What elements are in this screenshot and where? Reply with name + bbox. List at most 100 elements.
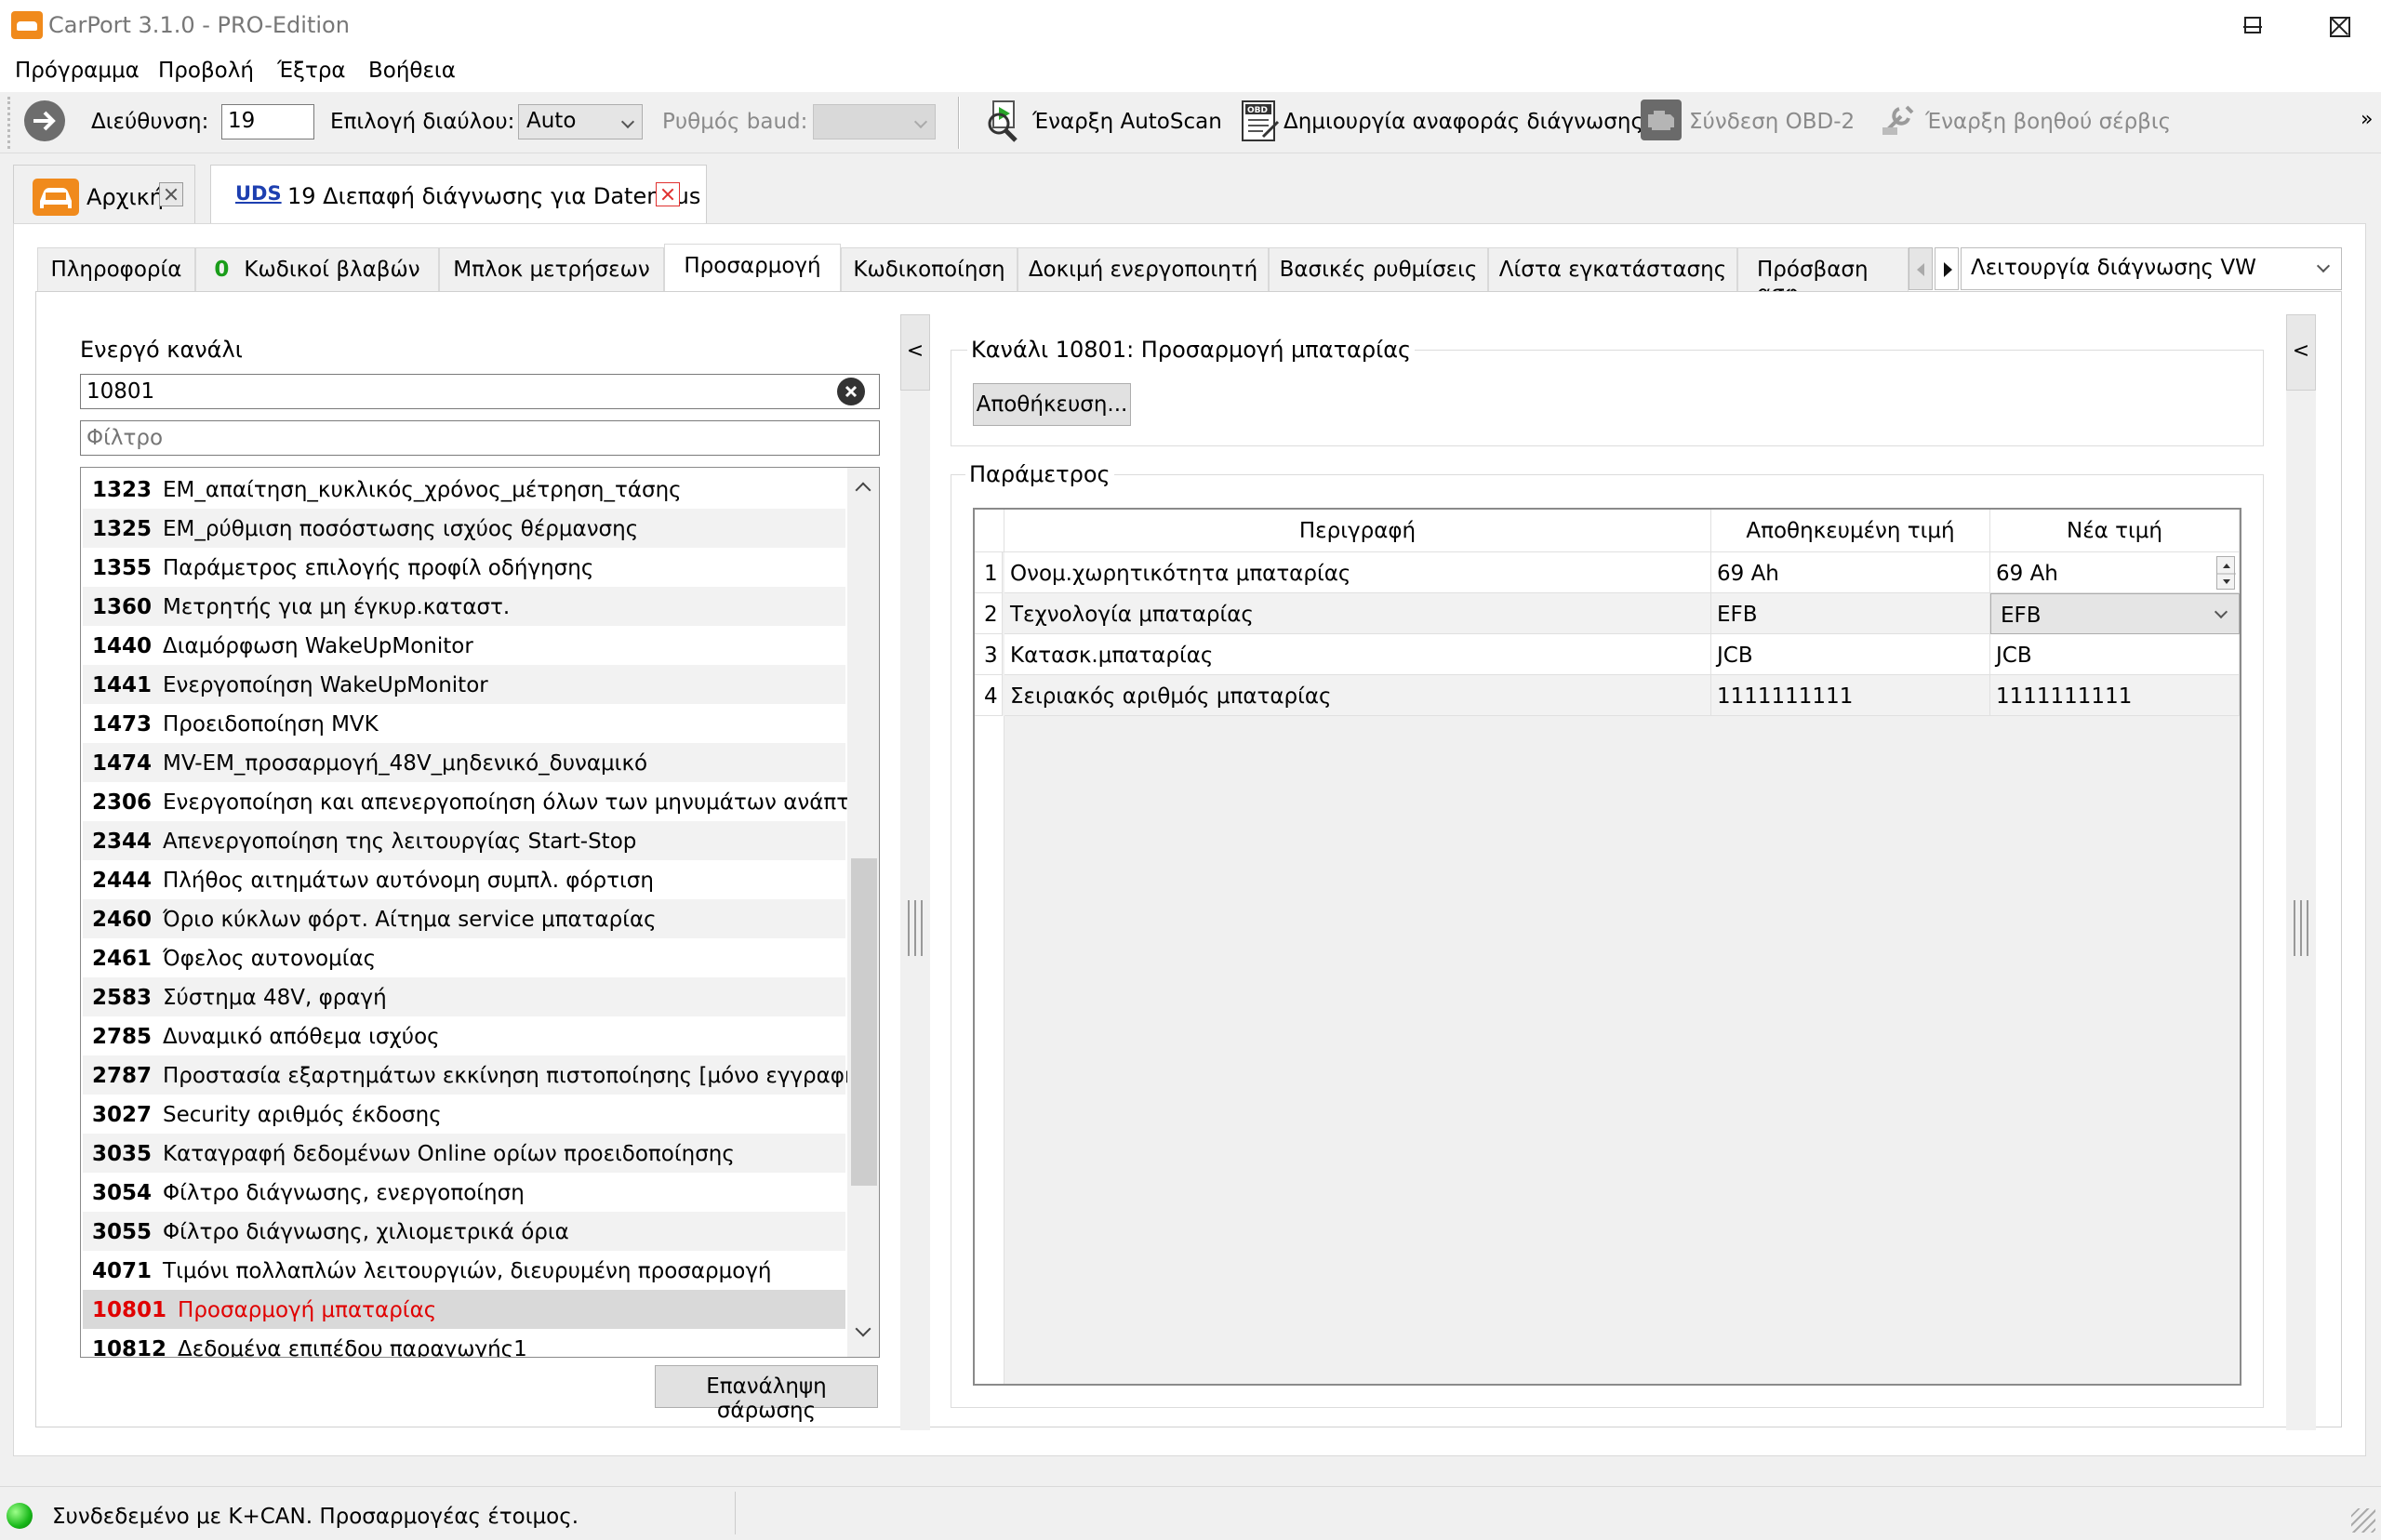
channel-list-item[interactable]: 2306 Ενεργοποίηση και απενεργοποίηση όλων… (83, 782, 879, 821)
channel-list-item[interactable]: 3035 Καταγραφή δεδομένων Online ορίων προ… (83, 1134, 845, 1173)
tab-scroll-right-button[interactable] (1935, 247, 1959, 290)
connect-obd-button[interactable]: Σύνδεση OBD-2 (1689, 110, 1855, 134)
channel-list-item[interactable]: 1325 EM_ρύθμιση ποσόστωσης ισχύος θέρμανσ… (83, 509, 845, 548)
channel-list[interactable]: 1323 EM_απαίτηση_κυκλικός_χρόνος_μέτρηση_… (80, 467, 880, 1358)
channel-number: 1355 (92, 556, 153, 580)
param-new-value-stepper[interactable]: 69 Ah (1990, 552, 2240, 593)
rescan-button[interactable]: Επανάληψη σάρωσης (655, 1365, 878, 1423)
fault-count: 0 (214, 258, 230, 282)
service-assistant-button[interactable]: Έναρξη βοηθού σέρβις (1925, 110, 2171, 134)
channel-list-item[interactable]: 1355 Παράμετρος επιλογής προφίλ οδήγησης (83, 548, 845, 587)
splitter-grip[interactable] (908, 900, 923, 956)
tab-security-access[interactable]: Πρόσβαση ασφ (1737, 247, 1909, 291)
autoscan-icon[interactable] (984, 100, 1025, 142)
channel-list-item[interactable]: 1360 Μετρητής για μη έγκυρ.καταστ. (83, 587, 845, 626)
title-bar (0, 0, 2381, 53)
close-tab-icon[interactable] (159, 182, 183, 206)
address-input[interactable]: 19 (221, 104, 314, 139)
param-stored-value: 1111111111 (1711, 675, 1990, 716)
filter-input[interactable] (80, 420, 880, 456)
toolbar-separator (958, 97, 960, 149)
doc-tab-home[interactable]: Αρχική (13, 165, 195, 223)
channel-name: Διαμόρφωση WakeUpMonitor (163, 634, 473, 658)
active-channel-input[interactable]: 10801 (80, 374, 880, 409)
obd-report-icon[interactable]: OBD (1241, 100, 1282, 141)
channel-list-item[interactable]: 2344 Απενεργοποίηση της λειτουργίας Start… (83, 821, 845, 860)
go-arrow-icon[interactable] (24, 100, 65, 141)
clear-icon[interactable] (837, 378, 865, 405)
param-new-value: EFB (2001, 604, 2042, 628)
tab-coding[interactable]: Κωδικοποίηση (841, 247, 1018, 291)
menu-help[interactable]: Βοήθεια (368, 59, 456, 83)
tab-basic-settings[interactable]: Βασικές ρυθμίσεις (1269, 247, 1488, 291)
toolbar-overflow-button[interactable]: » (2361, 108, 2373, 131)
status-separator (735, 1492, 736, 1534)
channel-name: Καταγραφή δεδομένων Online ορίων προειδο… (163, 1142, 735, 1166)
tab-fault-codes[interactable]: 0 Κωδικοί βλαβών (195, 247, 439, 291)
channel-select[interactable]: Auto (518, 104, 643, 139)
channel-list-item[interactable]: 10801 Προσαρμογή μπαταρίας (83, 1290, 845, 1329)
doc-tab-home-label: Αρχική (86, 184, 164, 210)
channel-list-item[interactable]: 3027 Security αριθμός έκδοσης (83, 1095, 845, 1134)
window-title: CarPort 3.1.0 - PRO-Edition (48, 12, 350, 38)
channel-number: 2306 (92, 790, 153, 815)
channel-list-item[interactable]: 1473 Προειδοποίηση MVK (83, 704, 845, 743)
channel-list-item[interactable]: 2787 Προστασία εξαρτημάτων εκκίνηση πιστο… (83, 1055, 867, 1095)
doc-tab-uds[interactable]: UDS 19 Διεπαφή διάγνωσης για Datenbus (210, 165, 707, 224)
channel-list-item[interactable]: 1441 Ενεργοποίηση WakeUpMonitor (83, 665, 845, 704)
row-number: 4 (975, 675, 1003, 716)
channel-list-item[interactable]: 2785 Δυναμικό απόθεμα ισχύος (83, 1016, 845, 1055)
create-report-button[interactable]: Δημιουργία αναφοράς διάγνωσης (1284, 110, 1643, 134)
channel-list-item[interactable]: 2444 Πλήθος αιτημάτων αυτόνομη συμπλ. φόρ… (83, 860, 845, 899)
param-new-value-select[interactable]: EFB (1990, 593, 2240, 634)
menu-extras[interactable]: Έξτρα (277, 59, 346, 83)
spin-buttons[interactable] (2216, 556, 2236, 590)
channel-list-item[interactable]: 3055 Φίλτρο διάγνωσης, χιλιομετρικά όρια (83, 1212, 845, 1251)
channel-name: Όριο κύκλων φόρτ. Αίτημα service μπαταρί… (163, 908, 657, 932)
col-new-header: Νέα τιμή (1990, 510, 2240, 552)
channel-list-item[interactable]: 1440 Διαμόρφωση WakeUpMonitor (83, 626, 845, 665)
channel-name: Δεδομένα επιπέδου παραγωγής1 (178, 1337, 527, 1358)
tab-installation-list[interactable]: Λίστα εγκατάστασης (1488, 247, 1737, 291)
close-tab-icon[interactable] (656, 182, 680, 206)
tab-actuator-test[interactable]: Δοκιμή ενεργοποιητή (1018, 247, 1269, 291)
channel-label: Επιλογή διαύλου: (330, 110, 515, 134)
channel-list-item[interactable]: 2583 Σύστημα 48V, φραγή (83, 977, 845, 1016)
close-button[interactable] (2295, 0, 2381, 53)
baud-label: Ρυθμός baud: (662, 110, 808, 134)
tab-adaptation[interactable]: Προσαρμογή (664, 244, 841, 292)
baud-select[interactable] (813, 104, 936, 139)
resize-grip[interactable] (2351, 1508, 2375, 1533)
tab-info[interactable]: Πληροφορία (37, 247, 195, 291)
channel-list-item[interactable]: 3054 Φίλτρο διάγνωσης, ενεργοποίηση (83, 1173, 845, 1212)
param-new-value[interactable]: JCB (1990, 634, 2240, 675)
channel-list-item[interactable]: 1323 EM_απαίτηση_κυκλικός_χρόνος_μέτρηση_… (83, 470, 845, 509)
diagnosis-mode-select[interactable]: Λειτουργία διάγνωσης VW (1961, 247, 2342, 290)
tab-measuring-blocks[interactable]: Μπλοκ μετρήσεων (439, 247, 664, 291)
scroll-up-icon[interactable] (855, 482, 871, 498)
scroll-down-icon[interactable] (855, 1321, 871, 1337)
splitter-grip[interactable] (2294, 900, 2308, 956)
car-icon (33, 179, 79, 216)
collapse-left-button[interactable]: < (900, 314, 930, 391)
channel-list-item[interactable]: 4071 Τιμόνι πολλαπλών λειτουργιών, διευρυ… (83, 1251, 845, 1290)
channel-number: 3054 (92, 1181, 153, 1205)
scroll-thumb[interactable] (851, 858, 877, 1186)
channel-number: 1473 (92, 712, 153, 737)
menu-view[interactable]: Προβολή (158, 59, 254, 83)
channel-list-item[interactable]: 1474 MV-EM_προσαρμογή_48V_μηδενικό_δυναμι… (83, 743, 845, 782)
save-button[interactable]: Αποθήκευση... (973, 383, 1131, 426)
tab-scroll-left-button[interactable] (1909, 247, 1933, 290)
channel-number: 2787 (92, 1064, 153, 1088)
menu-program[interactable]: Πρόγραμμα (15, 59, 140, 83)
channel-name: Πλήθος αιτημάτων αυτόνομη συμπλ. φόρτιση (163, 869, 654, 893)
channel-list-item[interactable]: 10812 Δεδομένα επιπέδου παραγωγής1 (83, 1329, 845, 1358)
wrench-icon (1879, 100, 1920, 140)
channel-list-item[interactable]: 2461 Όφελος αυτονομίας (83, 938, 845, 977)
channel-list-item[interactable]: 2460 Όριο κύκλων φόρτ. Αίτημα service μπα… (83, 899, 845, 938)
list-scrollbar[interactable] (847, 468, 879, 1357)
channel-number: 2785 (92, 1025, 153, 1049)
param-new-value[interactable]: 1111111111 (1990, 675, 2240, 716)
autoscan-button[interactable]: Έναρξη AutoScan (1032, 110, 1222, 134)
collapse-right-button[interactable]: < (2286, 314, 2316, 391)
